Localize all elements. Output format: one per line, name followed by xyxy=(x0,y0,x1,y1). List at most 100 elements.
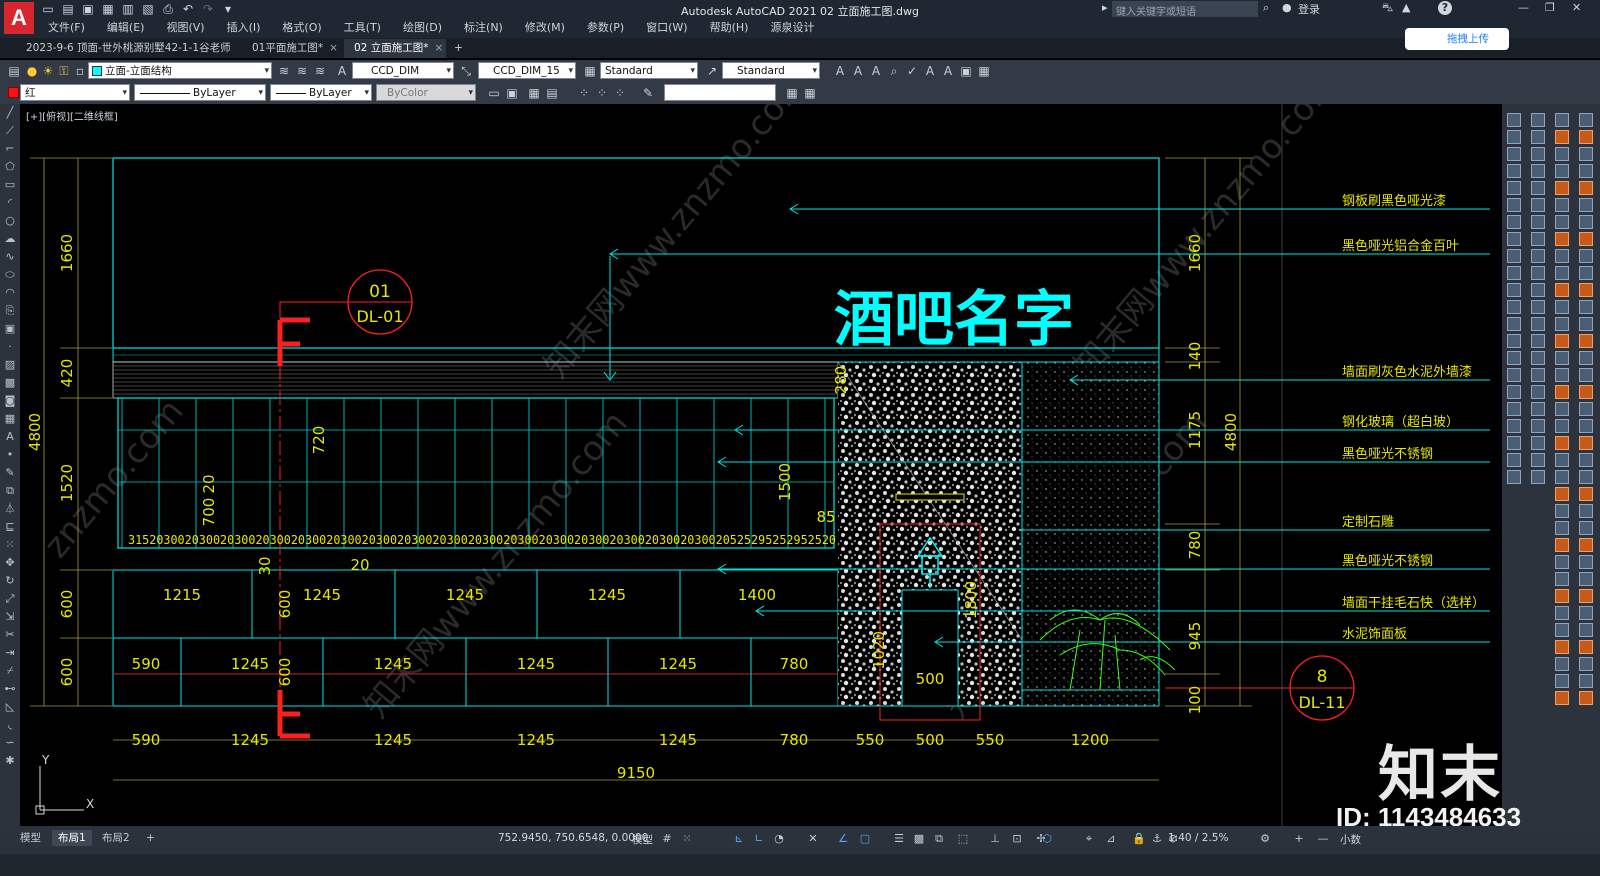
menu-window[interactable]: 窗口(W) xyxy=(636,20,699,36)
isolate-objects-icon[interactable]: ⚓ xyxy=(1150,832,1164,846)
table-icon[interactable]: ▦ xyxy=(0,410,20,428)
palette-tool-icon[interactable] xyxy=(1555,504,1569,518)
menu-tools[interactable]: 工具(T) xyxy=(334,20,393,36)
cart-icon[interactable]: ⛍ xyxy=(1382,1,1393,16)
palette-tool-icon[interactable] xyxy=(1579,317,1593,331)
close-tab-icon[interactable]: × xyxy=(329,42,338,54)
add-layout-icon[interactable]: + xyxy=(140,830,161,846)
command-field[interactable] xyxy=(664,84,776,101)
make-current-icon[interactable]: ≋ xyxy=(276,63,292,79)
trim-icon[interactable]: ✂ xyxy=(0,626,20,644)
palette-tool-icon[interactable] xyxy=(1555,249,1569,263)
menu-draw[interactable]: 绘图(D) xyxy=(393,20,454,36)
palette-tool-icon[interactable] xyxy=(1555,555,1569,569)
lock-ui-icon[interactable]: 🔒 xyxy=(1132,832,1146,846)
palette-tool-icon[interactable] xyxy=(1507,266,1521,280)
palette-tool-icon[interactable] xyxy=(1579,300,1593,314)
offset-icon[interactable]: ⊑ xyxy=(0,518,20,536)
palette-tool-icon[interactable] xyxy=(1579,436,1593,450)
gradient-icon[interactable]: ▩ xyxy=(0,374,20,392)
palette-tool-icon[interactable] xyxy=(1507,300,1521,314)
palette-tool-icon[interactable] xyxy=(1579,181,1593,195)
palette-tool-icon[interactable] xyxy=(1507,215,1521,229)
cursor-coordinates[interactable]: 752.9450, 750.6548, 0.0000 xyxy=(498,832,648,844)
match-prop-icon[interactable]: ▭ xyxy=(486,85,502,101)
palette-tool-icon[interactable] xyxy=(1579,623,1593,637)
tab-layout2[interactable]: 布局2 xyxy=(96,830,136,846)
tab-file-2[interactable]: 01平面施工图* × xyxy=(242,39,342,58)
palette-tool-icon[interactable] xyxy=(1507,164,1521,178)
palette-tool-icon[interactable] xyxy=(1579,674,1593,688)
iso-draft-icon[interactable]: ✕ xyxy=(806,832,820,846)
polyline-icon[interactable]: ⌐ xyxy=(0,140,20,158)
menu-insert[interactable]: 插入(I) xyxy=(217,20,273,36)
palette-tool-icon[interactable] xyxy=(1531,453,1545,467)
palette-tool-icon[interactable] xyxy=(1579,606,1593,620)
add-selected-icon[interactable]: • xyxy=(0,446,20,464)
palette-tool-icon[interactable] xyxy=(1531,232,1545,246)
palette-tool-icon[interactable] xyxy=(1555,113,1569,127)
palette-tool-icon[interactable] xyxy=(1555,453,1569,467)
text-tool-1-icon[interactable]: A xyxy=(832,63,848,79)
palette-tool-icon[interactable] xyxy=(1579,198,1593,212)
palette-tool-icon[interactable] xyxy=(1555,572,1569,586)
palette-tool-icon[interactable] xyxy=(1555,130,1569,144)
palette-tool-icon[interactable] xyxy=(1555,368,1569,382)
text-tool-5-icon[interactable]: A xyxy=(940,63,956,79)
palette-tool-icon[interactable] xyxy=(1531,266,1545,280)
palette-tool-icon[interactable] xyxy=(1579,215,1593,229)
palette-tool-icon[interactable] xyxy=(1555,317,1569,331)
palette-tool-icon[interactable] xyxy=(1507,232,1521,246)
mleader-style-icon[interactable]: ↗ xyxy=(704,63,720,79)
group-icon[interactable]: ▤ xyxy=(544,85,560,101)
palette-tool-icon[interactable] xyxy=(1579,504,1593,518)
menu-format[interactable]: 格式(O) xyxy=(272,20,333,36)
annotation-monitor-icon[interactable]: + xyxy=(1292,832,1306,846)
palette-tool-icon[interactable] xyxy=(1579,113,1593,127)
palette-tool-icon[interactable] xyxy=(1531,334,1545,348)
palette-tool-icon[interactable] xyxy=(1531,470,1545,484)
palette-tool-icon[interactable] xyxy=(1507,317,1521,331)
array-icon[interactable]: ⁙ xyxy=(0,536,20,554)
blend-icon[interactable]: ∽ xyxy=(0,734,20,752)
palette-tool-icon[interactable] xyxy=(1507,113,1521,127)
viewport-scale[interactable]: 1:40 / 2.5% xyxy=(1168,832,1228,844)
model-space-toggle[interactable]: 模型 xyxy=(632,832,653,847)
mtext-icon[interactable]: A xyxy=(0,428,20,446)
palette-tool-icon[interactable] xyxy=(1555,215,1569,229)
palette-tool-icon[interactable] xyxy=(1579,538,1593,552)
palette-tool-icon[interactable] xyxy=(1579,691,1593,705)
polar-icon[interactable]: ◔ xyxy=(772,832,786,846)
snap-icon[interactable]: ⁙ xyxy=(680,832,694,846)
copy-icon[interactable]: ⧉ xyxy=(0,482,20,500)
palette-tool-icon[interactable] xyxy=(1507,283,1521,297)
viewport-label[interactable]: [+][俯视][二维线框] xyxy=(26,108,118,123)
minimize-icon[interactable]: — xyxy=(1518,1,1529,14)
polygon-icon[interactable]: ⬠ xyxy=(0,158,20,176)
annotation-scale-icon[interactable]: ⊿ xyxy=(1104,832,1118,846)
menu-edit[interactable]: 编辑(E) xyxy=(97,20,157,36)
palette-tool-icon[interactable] xyxy=(1555,470,1569,484)
dimstyle-select[interactable]: CCD_DIM xyxy=(352,62,454,80)
erase-icon[interactable]: ✎ xyxy=(0,464,20,482)
palette-tool-icon[interactable] xyxy=(1555,232,1569,246)
ellipse-icon[interactable]: ⬭ xyxy=(0,266,20,284)
search-expand-icon[interactable]: ▸ xyxy=(1102,1,1108,14)
menu-file[interactable]: 文件(F) xyxy=(38,20,97,36)
selection-filter-icon[interactable]: ⊡ xyxy=(1010,832,1024,846)
text-tool-2-icon[interactable]: A xyxy=(850,63,866,79)
palette-tool-icon[interactable] xyxy=(1555,351,1569,365)
palette-tool-icon[interactable] xyxy=(1507,436,1521,450)
palette-tool-icon[interactable] xyxy=(1531,368,1545,382)
palette-tool-icon[interactable] xyxy=(1555,640,1569,654)
login-link[interactable]: 登录 xyxy=(1298,1,1320,17)
edit-icon[interactable]: ✎ xyxy=(640,85,656,101)
tab-model[interactable]: 模型 xyxy=(14,830,47,846)
auto-scale-icon[interactable]: ⌖ xyxy=(1082,832,1096,846)
palette-tool-icon[interactable] xyxy=(1579,334,1593,348)
dim-style-icon[interactable]: ⤡ xyxy=(458,63,474,79)
palette-tool-icon[interactable] xyxy=(1531,385,1545,399)
dimstyle2-select[interactable]: CCD_DIM_15 xyxy=(478,62,576,80)
palette-tool-icon[interactable] xyxy=(1555,487,1569,501)
color-select[interactable]: 红 xyxy=(20,84,130,102)
